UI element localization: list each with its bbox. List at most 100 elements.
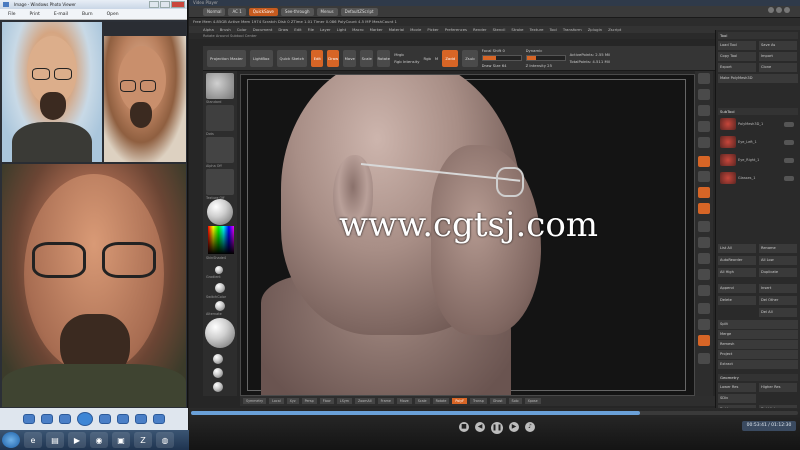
merge-button[interactable]: Merge: [718, 330, 798, 339]
duplicate-button[interactable]: Duplicate: [759, 268, 797, 277]
color-picker[interactable]: [208, 226, 234, 254]
spix-icon[interactable]: [698, 89, 710, 100]
see-through-button[interactable]: See-through: [280, 7, 314, 16]
move-icon[interactable]: [698, 237, 710, 248]
auto-reorder-button[interactable]: AutoReorder: [718, 256, 756, 265]
subtool-name[interactable]: Eye_Right_1: [738, 158, 759, 162]
move-button[interactable]: Move: [396, 398, 412, 404]
menu-draw[interactable]: Draw: [278, 26, 288, 33]
transp-button[interactable]: Transp: [470, 398, 487, 404]
material-swatch-2[interactable]: [215, 283, 225, 293]
alpha-thumbnail[interactable]: [206, 137, 234, 163]
move-button[interactable]: Move: [343, 49, 357, 67]
mrgb-button[interactable]: Mrgb: [394, 52, 419, 57]
matcap-swatch-3[interactable]: [213, 382, 223, 392]
explorer-icon[interactable]: ▤: [46, 432, 64, 448]
photo-viewer-titlebar[interactable]: Image - Windows Photo Viewer: [0, 0, 187, 9]
local-icon[interactable]: [698, 187, 710, 198]
subtool-thumbnail[interactable]: [720, 172, 736, 184]
floor-button[interactable]: Floor: [319, 398, 334, 404]
scroll-icon[interactable]: [698, 105, 710, 116]
stop-icon[interactable]: ■: [459, 422, 469, 432]
sculpt-viewport[interactable]: www.cgtsj.com: [240, 74, 695, 396]
texture-thumbnail[interactable]: [206, 169, 234, 195]
close-icon[interactable]: [784, 7, 790, 13]
menu-stencil[interactable]: Stencil: [493, 26, 506, 33]
del-all-button[interactable]: Del All: [759, 308, 797, 317]
subtool-name[interactable]: Glasses_1: [738, 176, 755, 180]
volume-icon[interactable]: ♪: [525, 422, 535, 432]
del-other-button[interactable]: Del Other: [759, 296, 797, 305]
menu-burn[interactable]: Burn: [82, 9, 93, 19]
previous-icon[interactable]: ◀: [475, 422, 485, 432]
delete-button[interactable]: Delete: [718, 296, 756, 305]
ghost-button[interactable]: Ghost: [489, 398, 506, 404]
clone-button[interactable]: Clone: [759, 63, 797, 72]
draw-button[interactable]: Draw: [327, 49, 340, 67]
photoshop-icon[interactable]: ▣: [112, 432, 130, 448]
polyf-icon[interactable]: [698, 285, 710, 296]
visibility-icon[interactable]: [784, 140, 794, 145]
ac-button[interactable]: AC 1: [228, 7, 246, 16]
matcap-swatch-2[interactable]: [213, 368, 223, 378]
menu-texture[interactable]: Texture: [530, 26, 544, 33]
z-intensity-slider[interactable]: [525, 55, 566, 61]
zoom-icon[interactable]: [23, 414, 35, 424]
frame-button[interactable]: Frame: [377, 398, 394, 404]
pause-icon[interactable]: ❚❚: [491, 422, 503, 434]
zoom-icon[interactable]: [698, 121, 710, 132]
menu-picker[interactable]: Picker: [427, 26, 438, 33]
stroke-thumbnail[interactable]: [206, 105, 234, 131]
menu-transform[interactable]: Transform: [563, 26, 582, 33]
sdiv-slider[interactable]: SDiv: [718, 394, 756, 403]
projection-master-button[interactable]: Projection Master: [207, 49, 246, 67]
visibility-icon[interactable]: [784, 158, 794, 163]
zoomall-button[interactable]: ZoomAll: [354, 398, 375, 404]
subtool-thumbnail[interactable]: [720, 136, 736, 148]
remesh-button[interactable]: Remesh: [718, 340, 798, 349]
menu-zplugin[interactable]: Zplugin: [588, 26, 602, 33]
menu-layer[interactable]: Layer: [320, 26, 331, 33]
xpose-icon[interactable]: [698, 353, 710, 364]
fit-icon[interactable]: [41, 414, 53, 424]
list-all-button[interactable]: List All: [718, 244, 756, 253]
dynamic-button[interactable]: Dynamic: [526, 48, 566, 53]
insert-button[interactable]: Insert: [759, 284, 797, 293]
polyf-button[interactable]: PolyF: [452, 398, 468, 404]
subtool-thumbnail[interactable]: [720, 154, 736, 166]
brush-thumbnail[interactable]: [206, 73, 234, 99]
menu-edit[interactable]: Edit: [294, 26, 301, 33]
save-as-button[interactable]: Save As: [759, 41, 797, 50]
menus-button[interactable]: Menus: [316, 7, 338, 16]
persp-icon[interactable]: [698, 156, 710, 167]
menu-print[interactable]: Print: [30, 9, 40, 19]
seek-bar[interactable]: [191, 411, 798, 415]
scale-button[interactable]: Scale: [414, 398, 430, 404]
menu-file[interactable]: File: [8, 9, 16, 19]
bpr-icon[interactable]: [698, 73, 710, 84]
all-low-button[interactable]: All Low: [759, 256, 797, 265]
rotate-button[interactable]: Rotate: [377, 49, 391, 67]
zsub-button[interactable]: Zsub: [462, 49, 478, 67]
actual-icon[interactable]: [698, 137, 710, 148]
start-icon[interactable]: [2, 432, 20, 448]
menu-render[interactable]: Render: [473, 26, 487, 33]
material-swatch-1[interactable]: [215, 266, 223, 274]
menu-light[interactable]: Light: [337, 26, 346, 33]
chrome-icon[interactable]: ◉: [90, 432, 108, 448]
scale-button[interactable]: Scale: [360, 49, 374, 67]
menu-stroke[interactable]: Stroke: [511, 26, 523, 33]
minimize-icon[interactable]: [149, 1, 159, 8]
next-icon[interactable]: [99, 414, 111, 424]
subtool-thumbnail[interactable]: [720, 118, 736, 130]
menu-macro[interactable]: Macro: [352, 26, 364, 33]
geometry-header[interactable]: Geometry: [718, 374, 798, 381]
menu-open[interactable]: Open: [107, 9, 119, 19]
menu-file[interactable]: File: [308, 26, 314, 33]
menu-movie[interactable]: Movie: [410, 26, 421, 33]
menu-alpha[interactable]: Alpha: [203, 26, 214, 33]
material-preview-large[interactable]: [205, 318, 235, 348]
ie-icon[interactable]: e: [24, 432, 42, 448]
project-button[interactable]: Project: [718, 350, 798, 359]
firefox-icon[interactable]: ◍: [156, 432, 174, 448]
